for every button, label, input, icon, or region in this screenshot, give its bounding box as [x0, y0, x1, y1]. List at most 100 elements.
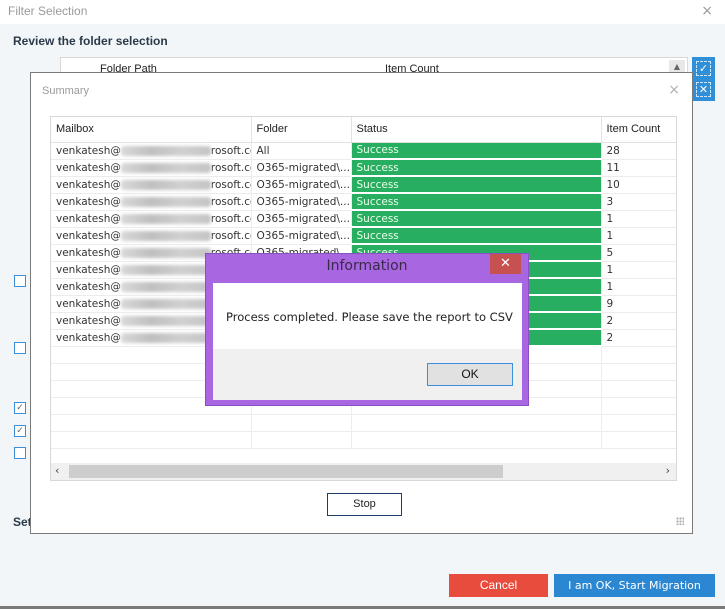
- option-checkbox-5[interactable]: [14, 447, 26, 459]
- item-count-cell: 1: [601, 227, 676, 245]
- item-count-cell: 10: [601, 176, 676, 194]
- selection-toolbar: ✓ ✕: [692, 57, 715, 101]
- status-cell: Success: [351, 227, 602, 245]
- stop-button[interactable]: Stop: [327, 493, 402, 516]
- redacted-domain: [120, 162, 211, 173]
- summary-header-row: Mailbox Folder Status Item Count: [51, 117, 676, 143]
- empty-cell: [251, 431, 352, 449]
- folder-cell: O365-migrated\...: [251, 227, 352, 245]
- folder-cell: All: [251, 142, 352, 160]
- option-checkbox-2[interactable]: [14, 342, 26, 354]
- empty-cell: [51, 431, 252, 449]
- summary-row[interactable]: venkatesh@ rosoft.comO365-migrated\...Suc…: [51, 176, 676, 194]
- mailbox-cell: venkatesh@ rosoft.com: [51, 159, 252, 177]
- select-all-checkmark-icon[interactable]: ✓: [696, 61, 711, 76]
- mailbox-prefix: venkatesh@: [56, 212, 121, 225]
- information-body: Process completed. Please save the repor…: [213, 283, 522, 400]
- item-count-cell: 11: [601, 159, 676, 177]
- empty-cell: [251, 414, 352, 432]
- summary-row[interactable]: venkatesh@ rosoft.comO365-migrated\...Suc…: [51, 227, 676, 245]
- option-checkbox-1[interactable]: [14, 275, 26, 287]
- item-count-cell: 3: [601, 193, 676, 211]
- information-close-icon[interactable]: ✕: [490, 254, 521, 274]
- ok-button[interactable]: OK: [427, 363, 513, 386]
- folder-cell: O365-migrated\...: [251, 176, 352, 194]
- mailbox-prefix: venkatesh@: [56, 314, 121, 327]
- folder-cell: O365-migrated\...: [251, 210, 352, 228]
- mailbox-prefix: venkatesh@: [56, 280, 121, 293]
- mailbox-cell: venkatesh@ rosoft.com: [51, 176, 252, 194]
- folder-cell: O365-migrated\...: [251, 159, 352, 177]
- mailbox-prefix: venkatesh@: [56, 246, 121, 259]
- redacted-domain: [120, 332, 211, 343]
- mailbox-suffix: rosoft.com: [210, 178, 251, 191]
- mailbox-prefix: venkatesh@: [56, 195, 121, 208]
- information-dialog: Information ✕ Process completed. Please …: [205, 253, 529, 406]
- resize-grip-icon[interactable]: [676, 517, 684, 525]
- information-title: Information: [326, 258, 408, 274]
- status-cell: Success: [351, 142, 602, 160]
- column-header-mailbox[interactable]: Mailbox: [51, 117, 252, 143]
- redacted-domain: [120, 196, 211, 207]
- status-cell: Success: [351, 176, 602, 194]
- mailbox-suffix: rosoft.com: [210, 229, 251, 242]
- clear-selection-x-icon[interactable]: ✕: [696, 82, 711, 97]
- window-title: Filter Selection: [8, 4, 88, 18]
- start-migration-button[interactable]: I am OK, Start Migration: [554, 574, 715, 597]
- empty-cell: [601, 380, 676, 398]
- empty-cell: [601, 414, 676, 432]
- mailbox-prefix: venkatesh@: [56, 161, 121, 174]
- empty-row: [51, 431, 676, 449]
- redacted-domain: [120, 213, 211, 224]
- summary-row[interactable]: venkatesh@ rosoft.comO365-migrated\...Suc…: [51, 210, 676, 228]
- summary-row[interactable]: venkatesh@ rosoft.comO365-migrated\...Suc…: [51, 159, 676, 177]
- mailbox-prefix: venkatesh@: [56, 178, 121, 191]
- cancel-button[interactable]: Cancel: [449, 574, 548, 597]
- summary-row[interactable]: venkatesh@ rosoft.comO365-migrated\...Suc…: [51, 193, 676, 211]
- mailbox-prefix: venkatesh@: [56, 144, 121, 157]
- redacted-domain: [120, 315, 211, 326]
- item-count-cell: 5: [601, 244, 676, 262]
- item-count-cell: 28: [601, 142, 676, 160]
- summary-close-icon[interactable]: ×: [668, 82, 680, 98]
- item-count-cell: 2: [601, 329, 676, 347]
- status-cell: Success: [351, 193, 602, 211]
- status-cell: Success: [351, 159, 602, 177]
- mailbox-cell: venkatesh@ rosoft.com: [51, 227, 252, 245]
- scroll-right-icon[interactable]: ›: [666, 464, 670, 477]
- information-message: Process completed. Please save the repor…: [226, 310, 513, 324]
- review-heading: Review the folder selection: [13, 34, 168, 48]
- item-count-cell: 1: [601, 261, 676, 279]
- empty-cell: [601, 363, 676, 381]
- empty-cell: [351, 414, 602, 432]
- mailbox-prefix: venkatesh@: [56, 331, 121, 344]
- redacted-domain: [120, 179, 211, 190]
- item-count-cell: 1: [601, 210, 676, 228]
- status-cell: Success: [351, 210, 602, 228]
- horizontal-scrollbar[interactable]: ‹ ›: [51, 463, 676, 480]
- scrollbar-thumb[interactable]: [69, 465, 503, 478]
- mailbox-cell: venkatesh@ rosoft.com: [51, 142, 252, 160]
- redacted-domain: [120, 145, 211, 156]
- summary-title: Summary: [42, 85, 90, 97]
- scroll-left-icon[interactable]: ‹: [55, 464, 59, 477]
- filter-selection-window: Filter Selection × Review the folder sel…: [0, 0, 725, 609]
- empty-cell: [601, 346, 676, 364]
- redacted-domain: [120, 247, 211, 258]
- mailbox-prefix: venkatesh@: [56, 229, 121, 242]
- column-header-folder[interactable]: Folder: [251, 117, 352, 143]
- window-close-icon[interactable]: ×: [701, 3, 713, 19]
- information-footer: OK: [213, 349, 522, 400]
- mailbox-prefix: venkatesh@: [56, 297, 121, 310]
- mailbox-suffix: rosoft.com: [210, 161, 251, 174]
- empty-cell: [351, 431, 602, 449]
- empty-cell: [601, 397, 676, 415]
- option-checkbox-3[interactable]: ✓: [14, 402, 26, 414]
- folder-cell: O365-migrated\...: [251, 193, 352, 211]
- column-header-item-count[interactable]: Item Count: [601, 117, 676, 143]
- summary-row[interactable]: venkatesh@ rosoft.comAllSuccess28: [51, 142, 676, 160]
- mailbox-prefix: venkatesh@: [56, 263, 121, 276]
- column-header-status[interactable]: Status: [351, 117, 602, 143]
- option-checkbox-4[interactable]: ✓: [14, 425, 26, 437]
- empty-cell: [51, 414, 252, 432]
